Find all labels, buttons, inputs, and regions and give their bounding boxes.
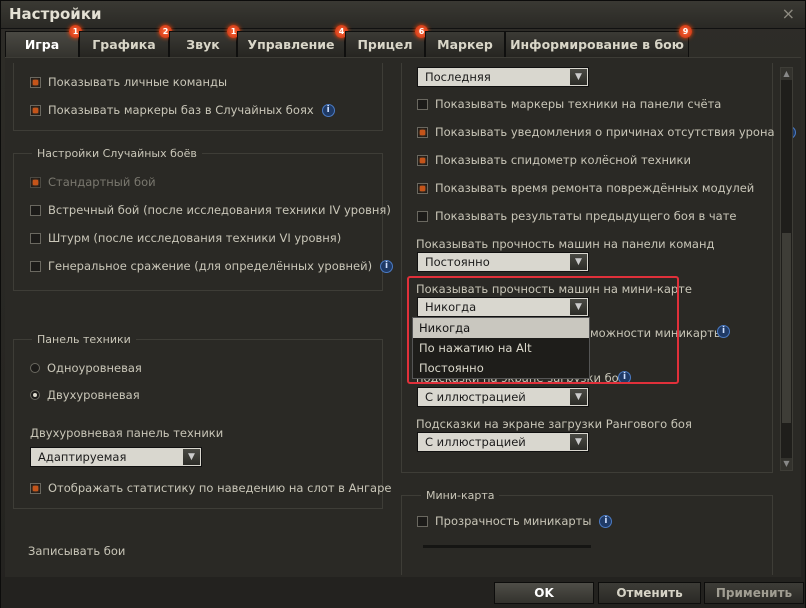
check-show-personal-teams[interactable]: Показывать личные команды xyxy=(30,74,227,90)
checkbox[interactable] xyxy=(417,126,428,138)
team-panel-hp-dropdown[interactable]: Постоянно ▼ xyxy=(417,252,589,272)
tab-graphics[interactable]: Графика 2 xyxy=(79,25,172,57)
highlight-box xyxy=(407,276,679,384)
checkbox xyxy=(30,176,41,188)
checkbox[interactable] xyxy=(30,104,41,116)
tab-marker[interactable]: Маркер xyxy=(425,31,505,57)
check-repair-time[interactable]: Показывать время ремонта повреждённых мо… xyxy=(417,180,754,196)
check-score-panel-markers[interactable]: Показывать маркеры техники на панели счё… xyxy=(417,96,721,112)
settings-window: Настройки × Игра 1 Графика 2 Звук 1 Управле… xyxy=(0,0,806,608)
two-level-panel-dropdown[interactable]: Адаптируемая ▼ xyxy=(30,447,202,467)
tab-sound[interactable]: Звук 1 xyxy=(169,25,240,57)
random-battles-title: Настройки Случайных боёв xyxy=(32,147,202,160)
check-speedometer[interactable]: Показывать спидометр колёсной техники xyxy=(417,152,691,168)
check-grand-battle[interactable]: Генеральное сражение (для определённых у… xyxy=(30,258,394,274)
last-option-dropdown[interactable]: Последняя ▼ xyxy=(417,67,589,87)
check-standard-battle: Стандартный бой xyxy=(30,174,156,190)
checkbox[interactable] xyxy=(30,232,41,244)
transparency-slider[interactable] xyxy=(423,545,591,548)
scrollbar-thumb[interactable] xyxy=(782,233,791,423)
info-icon[interactable]: i xyxy=(599,514,613,528)
footer: OK Отменить Применить xyxy=(1,577,805,608)
scrollbar[interactable]: ▲ ▼ xyxy=(780,67,793,471)
check-assault[interactable]: Штурм (после исследования техники VI уро… xyxy=(30,230,341,246)
chevron-down-icon: ▼ xyxy=(570,254,587,270)
checkbox[interactable] xyxy=(30,76,41,88)
notification-badge: 9 xyxy=(679,25,692,38)
checkbox[interactable] xyxy=(417,182,428,194)
loading-tips-dropdown[interactable]: С иллюстрацией ▼ xyxy=(417,387,589,407)
checkbox[interactable] xyxy=(30,204,41,216)
record-battles-label: Записывать бои xyxy=(28,544,126,558)
radio-button[interactable] xyxy=(30,390,40,400)
info-icon[interactable]: i xyxy=(321,103,335,117)
checkbox[interactable] xyxy=(30,260,41,272)
check-show-base-markers[interactable]: Показывать маркеры баз в Случайных боях i xyxy=(30,102,335,118)
tab-controls[interactable]: Управление 4 xyxy=(237,25,348,57)
checkbox[interactable] xyxy=(417,515,428,527)
minimap-frame xyxy=(401,495,773,575)
vehicle-panel-title: Панель техники xyxy=(32,333,136,346)
checkbox[interactable] xyxy=(417,210,428,222)
minimap-title: Мини-карта xyxy=(421,489,500,502)
check-minimap-transparency[interactable]: Прозрачность миникарты i xyxy=(417,513,613,529)
tab-battle-notifications[interactable]: Информирование в бою 9 xyxy=(505,25,692,57)
radio-button[interactable] xyxy=(30,363,40,373)
tab-game[interactable]: Игра 1 xyxy=(5,25,82,57)
cancel-button[interactable]: Отменить xyxy=(598,582,701,604)
ranked-tips-label: Подсказки на экране загрузки Рангового б… xyxy=(416,417,692,431)
apply-button[interactable]: Применить xyxy=(704,582,804,604)
check-prev-battle-results[interactable]: Показывать результаты предыдущего боя в … xyxy=(417,208,737,224)
ok-button[interactable]: OK xyxy=(494,582,594,604)
chevron-down-icon: ▼ xyxy=(183,449,200,465)
check-hangar-stats[interactable]: Отображать статистику по наведению на сл… xyxy=(30,480,391,496)
two-level-panel-label: Двухуровневая панель техники xyxy=(30,426,224,440)
tab-bar: Игра 1 Графика 2 Звук 1 Управление 4 Прицел 6… xyxy=(5,25,801,57)
radio-two-level[interactable]: Двухуровневая xyxy=(30,387,140,403)
team-panel-hp-label: Показывать прочность машин на панели ком… xyxy=(416,237,715,251)
ranked-tips-dropdown[interactable]: С иллюстрацией ▼ xyxy=(417,432,589,452)
scroll-down-icon[interactable]: ▼ xyxy=(781,458,792,470)
check-encounter-battle[interactable]: Встречный бой (после исследования техник… xyxy=(30,202,391,218)
tab-sight[interactable]: Прицел 6 xyxy=(345,25,428,57)
checkbox[interactable] xyxy=(30,482,41,494)
info-icon[interactable]: i xyxy=(717,325,730,338)
chevron-down-icon: ▼ xyxy=(570,434,587,450)
checkbox[interactable] xyxy=(417,98,428,110)
chevron-down-icon: ▼ xyxy=(570,69,587,85)
check-no-damage-notifications[interactable]: Показывать уведомления о причинах отсутс… xyxy=(417,124,796,140)
checkbox[interactable] xyxy=(417,154,428,166)
window-title: Настройки xyxy=(9,5,102,23)
chevron-down-icon: ▼ xyxy=(570,389,587,405)
radio-single-level[interactable]: Одноуровневая xyxy=(30,360,142,376)
scroll-up-icon[interactable]: ▲ xyxy=(781,68,792,80)
close-icon[interactable]: × xyxy=(782,4,795,23)
info-icon[interactable]: i xyxy=(380,259,394,273)
